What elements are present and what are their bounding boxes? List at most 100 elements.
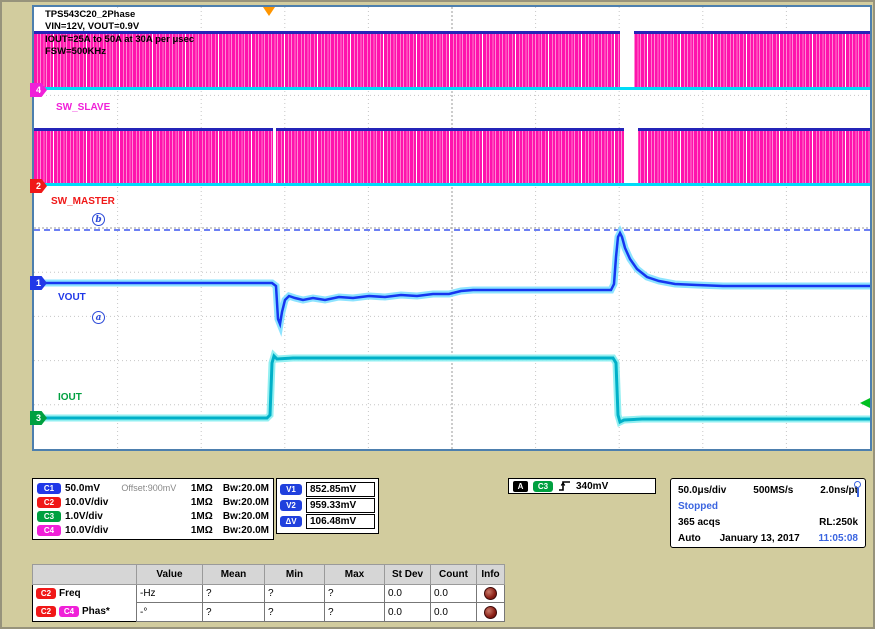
resolution-value: 2.0ns/pt (820, 485, 858, 496)
stat-min: ? (265, 603, 325, 622)
stat-mean: ? (203, 584, 265, 603)
channel-impedance: 1MΩ (191, 497, 219, 508)
stats-header-info: Info (477, 565, 505, 585)
vout-trace-halo (34, 233, 870, 324)
oscilloscope-screen: TPS543C20_2Phase VIN=12V, VOUT=0.9V IOUT… (0, 0, 875, 629)
label-vout: VOUT (58, 292, 86, 303)
measurement-name: Phas* (82, 606, 110, 617)
annotation-line: FSW=500KHz (45, 46, 194, 58)
acq-state-row: Stopped (678, 498, 858, 514)
source-badge-c4: C4 (59, 606, 79, 617)
graticule-area: TPS543C20_2Phase VIN=12V, VOUT=0.9V IOUT… (34, 7, 870, 449)
v1-value: 852.85mV (306, 482, 375, 497)
channel-scale: 10.0V/div (65, 497, 117, 508)
acquisition-status-panel: 50.0μs/div 500MS/s 2.0ns/pt Stopped 365 … (670, 478, 866, 548)
stats-header-min: Min (265, 565, 325, 585)
stat-info[interactable] (477, 584, 505, 603)
stat-count: 0.0 (431, 603, 477, 622)
trigger-level-value: 340mV (576, 481, 608, 492)
channel-offset: Offset:900mV (121, 483, 186, 493)
trigger-level-arrow-icon[interactable] (860, 398, 870, 408)
stats-header-max: Max (325, 565, 385, 585)
channel-bandwidth: Bw:20.0M (223, 525, 269, 536)
timebase-row: 50.0μs/div 500MS/s 2.0ns/pt (678, 482, 858, 498)
trigger-position-icon[interactable] (263, 7, 275, 16)
channel-impedance: 1MΩ (191, 525, 219, 536)
stat-max: ? (325, 603, 385, 622)
channel-impedance: 1MΩ (191, 511, 219, 522)
stats-header-count: Count (431, 565, 477, 585)
trigger-readout-panel[interactable]: A C3 340mV (508, 478, 656, 494)
stat-count: 0.0 (431, 584, 477, 603)
channel-settings-panel: C1 50.0mV Offset:900mV 1MΩ Bw:20.0M C2 1… (32, 478, 274, 540)
label-sw-slave: SW_SLAVE (56, 102, 110, 113)
acquisitions-count: 365 acqs (678, 517, 720, 528)
stats-header-value: Value (137, 565, 203, 585)
channel-bandwidth: Bw:20.0M (223, 511, 269, 522)
channel-scale: 10.0V/div (65, 525, 117, 536)
annotation-line: VIN=12V, VOUT=0.9V (45, 21, 194, 33)
cursor-marker-a[interactable]: a (92, 311, 105, 324)
stat-max: ? (325, 584, 385, 603)
stat-stdev: 0.0 (385, 603, 431, 622)
rising-edge-slope-icon (558, 480, 571, 492)
time-text: 11:05:08 (819, 533, 858, 544)
channel-bandwidth: Bw:20.0M (223, 483, 269, 494)
cursor-pencil-icon[interactable] (854, 481, 862, 499)
trigger-system-badge[interactable]: A (513, 481, 528, 492)
cursor-v2-row: V2 959.33mV (280, 497, 375, 513)
label-iout: IOUT (58, 392, 82, 403)
channel-4-badge[interactable]: C4 (37, 525, 61, 536)
measurement-stats-table: Value Mean Min Max St Dev Count Info C2 … (32, 564, 505, 622)
trace-layer (34, 7, 870, 449)
channel-3-badge[interactable]: C3 (37, 511, 61, 522)
channel-impedance: 1MΩ (191, 483, 219, 494)
cursor-dv-row: ΔV 106.48mV (280, 513, 375, 529)
cursor-values-panel: V1 852.85mV V2 959.33mV ΔV 106.48mV (276, 478, 379, 534)
timebase-value: 50.0μs/div (678, 485, 726, 496)
stat-min: ? (265, 584, 325, 603)
stats-header-blank (33, 565, 137, 585)
dv-badge: ΔV (280, 516, 302, 527)
v1-badge: V1 (280, 484, 302, 495)
channel-scale: 50.0mV (65, 483, 117, 494)
stat-stdev: 0.0 (385, 584, 431, 603)
sample-rate-value: 500MS/s (753, 485, 793, 496)
annotation-line: IOUT=25A to 50A at 30A per μsec (45, 34, 194, 46)
stats-row-label: C2 Freq (33, 584, 137, 603)
vout-trace (34, 233, 870, 324)
acq-count-row: 365 acqs RL:250k (678, 514, 858, 530)
date-text: January 13, 2017 (720, 533, 800, 544)
iout-trace-halo (34, 356, 870, 422)
annotation-line: TPS543C20_2Phase (45, 9, 194, 21)
stats-header-row: Value Mean Min Max St Dev Count Info (33, 565, 505, 585)
channel-3-readout[interactable]: C3 1.0V/div 1MΩ Bw:20.0M (37, 509, 269, 523)
channel-2-badge[interactable]: C2 (37, 497, 61, 508)
stat-mean: ? (203, 603, 265, 622)
annotation-block: TPS543C20_2Phase VIN=12V, VOUT=0.9V IOUT… (45, 9, 194, 58)
channel-2-readout[interactable]: C2 10.0V/div 1MΩ Bw:20.0M (37, 495, 269, 509)
source-badge-c2: C2 (36, 588, 56, 599)
stat-info[interactable] (477, 603, 505, 622)
channel-scale: 1.0V/div (65, 511, 117, 522)
dv-value: 106.48mV (306, 514, 375, 529)
channel-4-readout[interactable]: C4 10.0V/div 1MΩ Bw:20.0M (37, 523, 269, 537)
channel-1-badge[interactable]: C1 (37, 483, 61, 494)
trigger-mode: Auto (678, 533, 701, 544)
v2-badge: V2 (280, 500, 302, 511)
trigger-source-badge[interactable]: C3 (533, 481, 553, 492)
acquisition-status: Stopped (678, 501, 718, 512)
label-sw-master: SW_MASTER (51, 196, 115, 207)
cursor-marker-b[interactable]: b (92, 213, 105, 226)
channel-1-readout[interactable]: C1 50.0mV Offset:900mV 1MΩ Bw:20.0M (37, 481, 269, 495)
stat-value: -° (137, 603, 203, 622)
waveform-display: TPS543C20_2Phase VIN=12V, VOUT=0.9V IOUT… (32, 5, 872, 451)
iout-trace (34, 356, 870, 422)
info-icon[interactable] (484, 587, 497, 600)
stat-value: -Hz (137, 584, 203, 603)
info-icon[interactable] (484, 606, 497, 619)
stats-header-stdev: St Dev (385, 565, 431, 585)
channel-bandwidth: Bw:20.0M (223, 497, 269, 508)
stats-row-freq: C2 Freq -Hz ? ? ? 0.0 0.0 (33, 584, 505, 603)
source-badge-c2: C2 (36, 606, 56, 617)
